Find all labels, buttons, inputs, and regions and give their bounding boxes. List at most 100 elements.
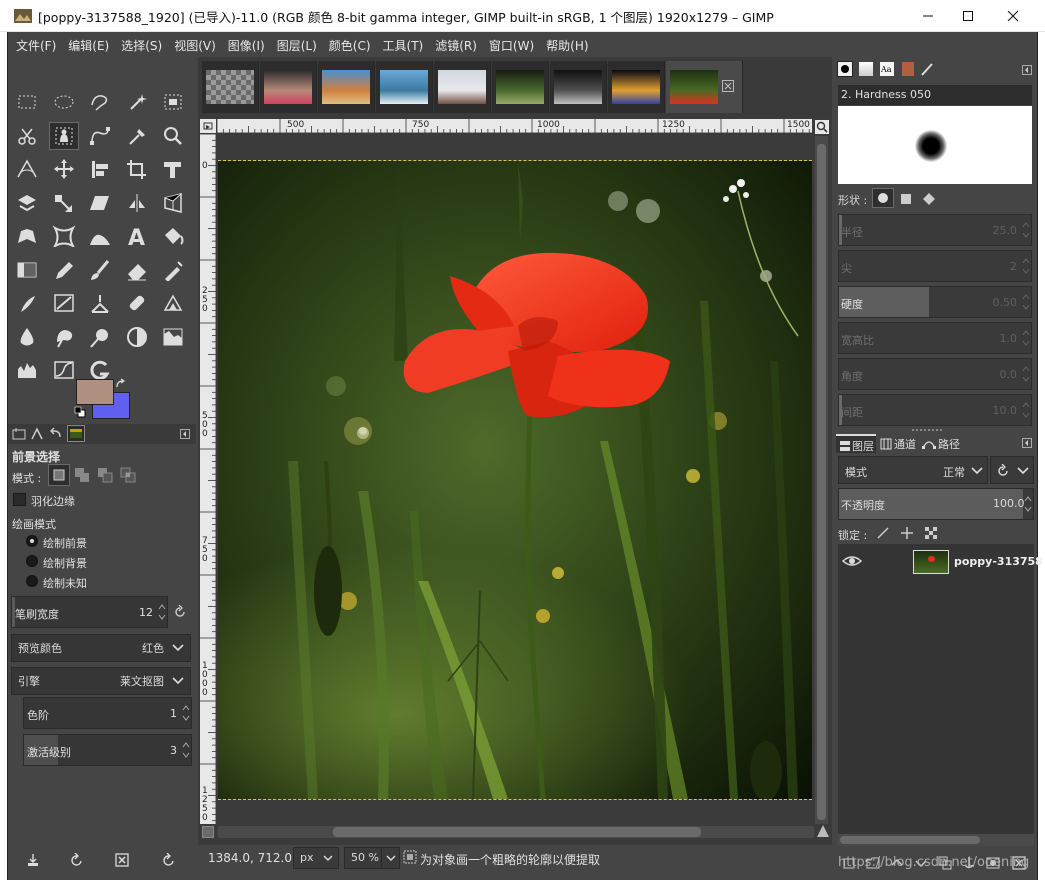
histogram-tool[interactable] — [12, 356, 42, 384]
undo-history-tab-icon[interactable] — [49, 427, 63, 441]
canvas-image[interactable] — [218, 161, 812, 799]
image-tab-beach[interactable] — [318, 61, 375, 113]
quick-mask-corner[interactable] — [200, 119, 216, 133]
spin-arrows-icon[interactable] — [182, 702, 190, 724]
horizontal-scroll-thumb[interactable] — [333, 827, 701, 837]
selection-add-icon[interactable] — [73, 466, 91, 484]
heal-tool[interactable] — [122, 289, 152, 317]
menu-layer[interactable]: 图层(L) — [273, 37, 321, 54]
color-picker-tool[interactable] — [122, 122, 152, 150]
brush-param-3[interactable]: 宽高比 1.0 — [838, 322, 1032, 354]
spin-arrows-icon[interactable] — [1022, 327, 1030, 349]
paths-tab-icon[interactable] — [922, 438, 936, 450]
handle-transform-tool[interactable] — [85, 222, 115, 250]
dodge-burn-tool[interactable] — [85, 323, 115, 351]
perspective-tool[interactable] — [158, 189, 188, 217]
spin-arrows-icon[interactable] — [1022, 399, 1030, 421]
tool-presets-tab[interactable] — [902, 62, 914, 76]
maximize-button[interactable] — [945, 0, 991, 32]
draw-foreground-radio[interactable] — [26, 535, 38, 547]
flip-tool[interactable] — [122, 189, 152, 217]
layers-horizontal-scrollbar[interactable] — [838, 834, 1034, 846]
brush-param-0[interactable]: 半径 25.0 — [838, 214, 1032, 246]
spin-arrows-icon[interactable] — [182, 739, 190, 761]
menu-tools[interactable]: 工具(T) — [379, 37, 428, 54]
layers-scroll-thumb[interactable] — [840, 836, 980, 844]
menu-select[interactable]: 选择(S) — [117, 37, 166, 54]
smudge-tool[interactable] — [49, 323, 79, 351]
cage-transform-tool[interactable] — [49, 222, 79, 250]
menu-file[interactable]: 文件(F) — [12, 37, 60, 54]
brush-param-4[interactable]: 角度 0.0 — [838, 358, 1032, 390]
tab-menu-icon[interactable] — [180, 429, 190, 439]
menu-edit[interactable]: 编辑(E) — [64, 37, 113, 54]
brush-param-1[interactable]: 尖2 — [838, 250, 1032, 282]
images-tab[interactable] — [67, 425, 85, 442]
draw-unknown-radio[interactable] — [26, 575, 38, 587]
image-tab-field[interactable] — [492, 61, 549, 113]
selection-subtract-icon[interactable] — [96, 466, 114, 484]
horizontal-scrollbar[interactable] — [218, 826, 814, 838]
measure-tool[interactable] — [12, 155, 42, 183]
dock-separator-handle[interactable] — [912, 429, 942, 432]
crop-tool[interactable] — [122, 155, 152, 183]
pencil-tool[interactable] — [49, 256, 79, 284]
engine-dropdown[interactable]: 引擎 莱文抠图 — [11, 667, 191, 695]
paths-tool[interactable] — [85, 122, 115, 150]
active-levels-spinner[interactable]: 激活级别 3 — [23, 734, 192, 766]
restore-tool-preset-icon[interactable] — [70, 853, 84, 867]
spin-arrows-icon[interactable] — [1022, 219, 1030, 241]
menu-view[interactable]: 视图(V) — [170, 37, 220, 54]
reset-tool-options-icon[interactable] — [162, 853, 176, 867]
spin-arrows-icon[interactable] — [1022, 255, 1030, 277]
airbrush-tool[interactable] — [158, 256, 188, 284]
gradient-tool[interactable] — [12, 256, 42, 284]
layer-row[interactable]: poppy-313758 — [838, 546, 1043, 578]
layer-mode-dropdown[interactable]: 模式 正常 — [838, 456, 988, 484]
channels-tab-icon[interactable] — [880, 438, 892, 450]
opacity-spinner[interactable]: 不透明度 100.0 — [838, 488, 1034, 520]
brush-param-5[interactable]: 间距 10.0 — [838, 394, 1032, 426]
select-by-color-tool[interactable] — [158, 88, 188, 116]
mypaint-brush-tool[interactable] — [49, 289, 79, 317]
shape-circle-button[interactable] — [872, 188, 894, 208]
mode-replace-button[interactable] — [48, 464, 70, 486]
spin-arrows-icon[interactable] — [1022, 291, 1030, 313]
close-image-tab-button[interactable] — [722, 80, 734, 92]
shear-tool[interactable] — [85, 189, 115, 217]
tab-menu-icon[interactable] — [1022, 65, 1032, 75]
menu-filters[interactable]: 滤镜(R) — [431, 37, 481, 54]
rect-select-tool[interactable] — [12, 88, 42, 116]
paintbrush-tool[interactable] — [85, 256, 115, 284]
preview-color-dropdown[interactable]: 预览颜色 红色 — [11, 634, 191, 662]
reset-stroke-width-icon[interactable] — [173, 605, 187, 619]
rotate-tool[interactable] — [12, 189, 42, 217]
eye-visibility-icon[interactable] — [842, 553, 862, 569]
save-tool-preset-icon[interactable] — [26, 853, 40, 867]
paint-dynamics-tab-icon[interactable] — [920, 62, 934, 76]
scissors-select-tool[interactable] — [12, 122, 42, 150]
navigation-icon[interactable] — [816, 824, 830, 838]
default-colors-icon[interactable] — [74, 406, 86, 418]
zoom-tool[interactable] — [158, 122, 188, 150]
selection-intersect-icon[interactable] — [119, 466, 137, 484]
menu-image[interactable]: 图像(I) — [224, 37, 269, 54]
fonts-tab[interactable]: Aa — [880, 62, 894, 76]
composite-mode-dropdown[interactable] — [990, 456, 1034, 484]
move-tool[interactable] — [49, 155, 79, 183]
unit-dropdown[interactable]: px — [293, 847, 339, 869]
stroke-width-spinner[interactable]: 笔刷宽度 12 — [11, 596, 168, 628]
blur-tool[interactable] — [12, 323, 42, 351]
close-button[interactable] — [990, 0, 1036, 32]
ink-tool[interactable] — [12, 289, 42, 317]
menu-windows[interactable]: 窗口(W) — [485, 37, 538, 54]
vertical-scrollbar[interactable] — [815, 136, 828, 824]
menu-colors[interactable]: 颜色(C) — [325, 37, 375, 54]
text-tool[interactable]: A — [122, 222, 152, 250]
horizontal-ruler[interactable]: 500 750 1000 1250 1500 — [216, 119, 812, 133]
square-shape-icon[interactable] — [898, 191, 914, 207]
unified-transform-tool[interactable] — [158, 155, 188, 183]
image-tab-clouds[interactable] — [550, 61, 607, 113]
levels-spinner[interactable]: 色阶 1 — [23, 697, 192, 729]
zoom-dropdown[interactable]: 50 % — [344, 847, 400, 869]
